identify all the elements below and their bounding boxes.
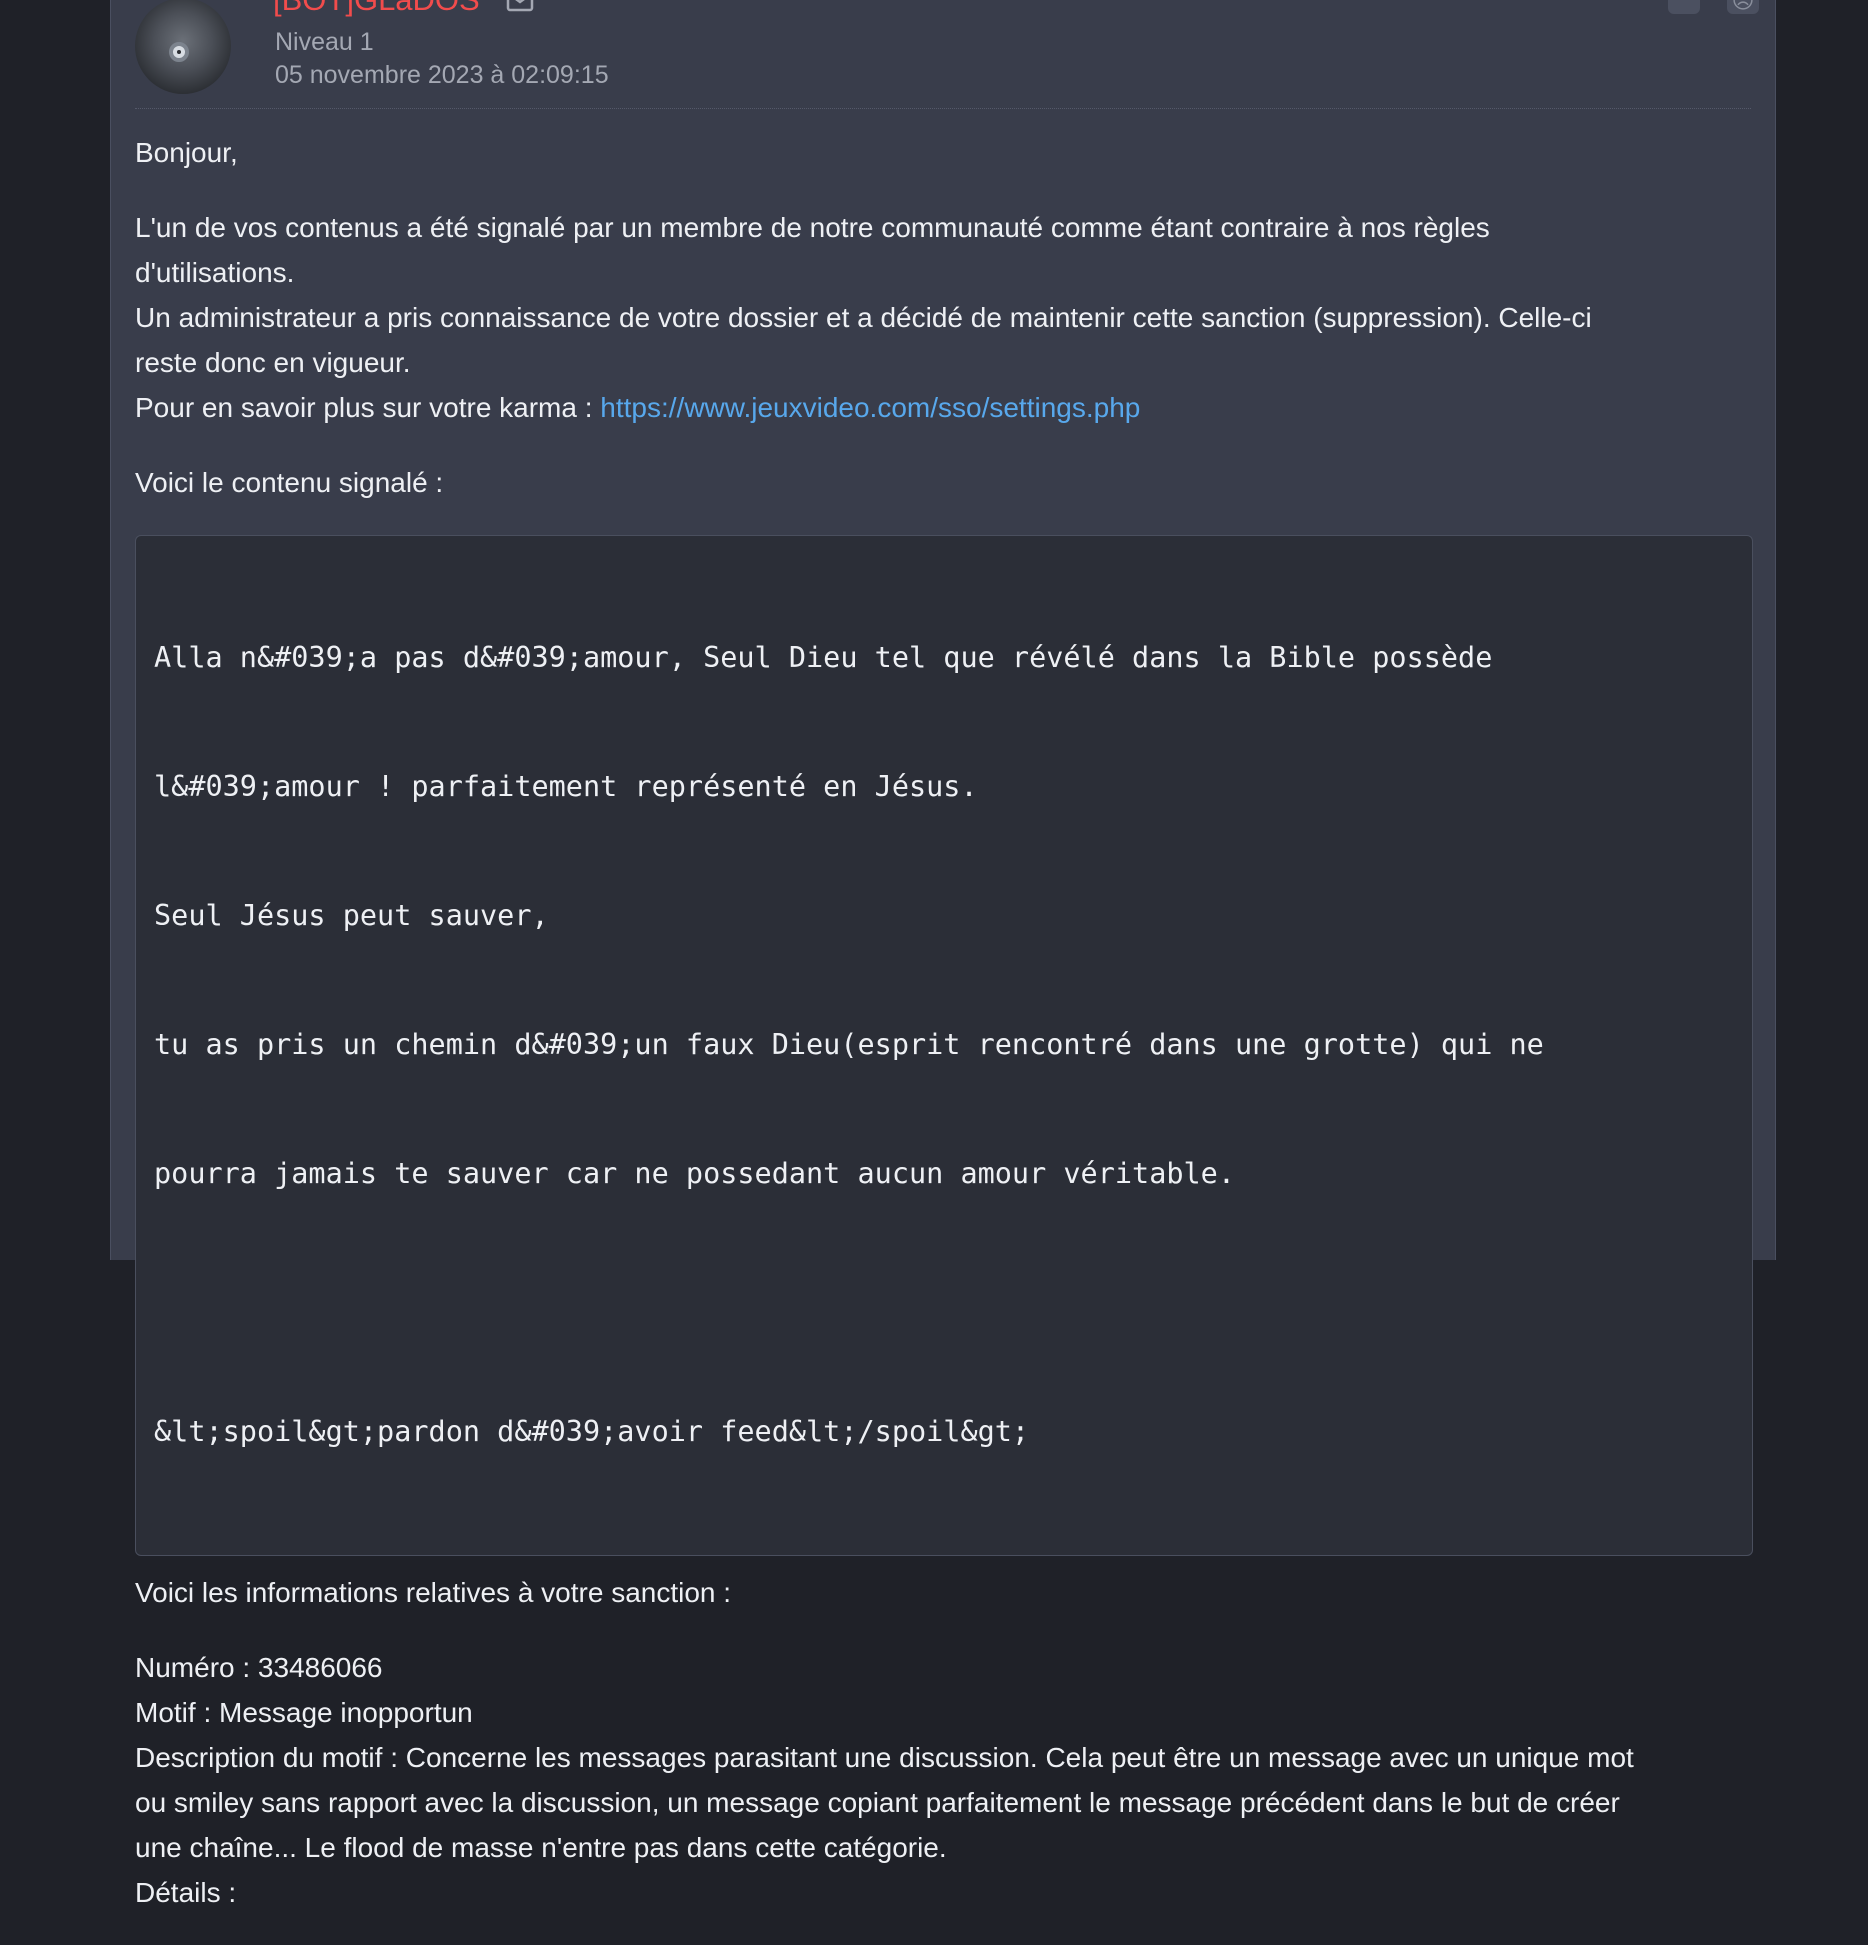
notice-paragraph: L'un de vos contenus a été signalé par u… xyxy=(135,205,1753,430)
sanction-description: Description du motif : Concerne les mess… xyxy=(135,1742,1634,1773)
report-icon: ☹ xyxy=(1731,0,1755,13)
notice-line: reste donc en vigueur. xyxy=(135,347,411,378)
quote-icon: ” xyxy=(1680,0,1688,13)
karma-prefix: Pour en savoir plus sur votre karma : xyxy=(135,392,601,423)
reported-content-block: Alla n&#039;a pas d&#039;amour, Seul Die… xyxy=(135,535,1753,1556)
avatar-eye-icon xyxy=(169,42,189,62)
sanction-motif: Motif : Message inopportun xyxy=(135,1697,473,1728)
code-line: l&#039;amour ! parfaitement représenté e… xyxy=(154,770,978,803)
code-line: Alla n&#039;a pas d&#039;amour, Seul Die… xyxy=(154,641,1493,674)
sanction-details-label: Détails : xyxy=(135,1877,237,1908)
karma-line: Pour en savoir plus sur votre karma : ht… xyxy=(135,385,1753,430)
code-line: pourra jamais te sauver car ne possedant… xyxy=(154,1157,1235,1190)
author-name[interactable]: [BOT]GLaDOS xyxy=(273,0,480,18)
code-line: &lt;spoil&gt;pardon d&#039;avoir feed&lt… xyxy=(154,1415,1030,1448)
avatar[interactable] xyxy=(135,0,231,94)
report-button[interactable]: ☹ xyxy=(1727,0,1759,14)
post-date[interactable]: 05 novembre 2023 à 02:09:15 xyxy=(275,61,609,90)
mail-icon[interactable] xyxy=(506,0,534,12)
reported-intro: Voici le contenu signalé : xyxy=(135,467,444,498)
notice-line: L'un de vos contenus a été signalé par u… xyxy=(135,212,1490,243)
sanction-number: Numéro : 33486066 xyxy=(135,1652,383,1683)
sanction-intro: Voici les informations relatives à votre… xyxy=(135,1577,732,1608)
sanction-details: Numéro : 33486066 Motif : Message inoppo… xyxy=(135,1645,1753,1915)
sanction-description: ou smiley sans rapport avec la discussio… xyxy=(135,1787,1620,1818)
notice-line: d'utilisations. xyxy=(135,257,295,288)
post-card: [BOT]GLaDOS Niveau 1 05 novembre 2023 à … xyxy=(110,0,1776,1908)
author-level: Niveau 1 xyxy=(275,28,374,56)
greeting: Bonjour, xyxy=(135,137,238,168)
sanction-description: une chaîne... Le flood de masse n'entre … xyxy=(135,1832,947,1863)
notice-line: Un administrateur a pris connaissance de… xyxy=(135,302,1592,333)
karma-link[interactable]: https://www.jeuxvideo.com/sso/settings.p… xyxy=(600,392,1140,423)
code-line: tu as pris un chemin d&#039;un faux Dieu… xyxy=(154,1028,1544,1061)
post-body: Bonjour, L'un de vos contenus a été sign… xyxy=(135,130,1753,1945)
code-line: Seul Jésus peut sauver, xyxy=(154,899,549,932)
quote-button[interactable]: ” xyxy=(1668,0,1700,14)
post-header: [BOT]GLaDOS Niveau 1 05 novembre 2023 à … xyxy=(135,0,1759,109)
